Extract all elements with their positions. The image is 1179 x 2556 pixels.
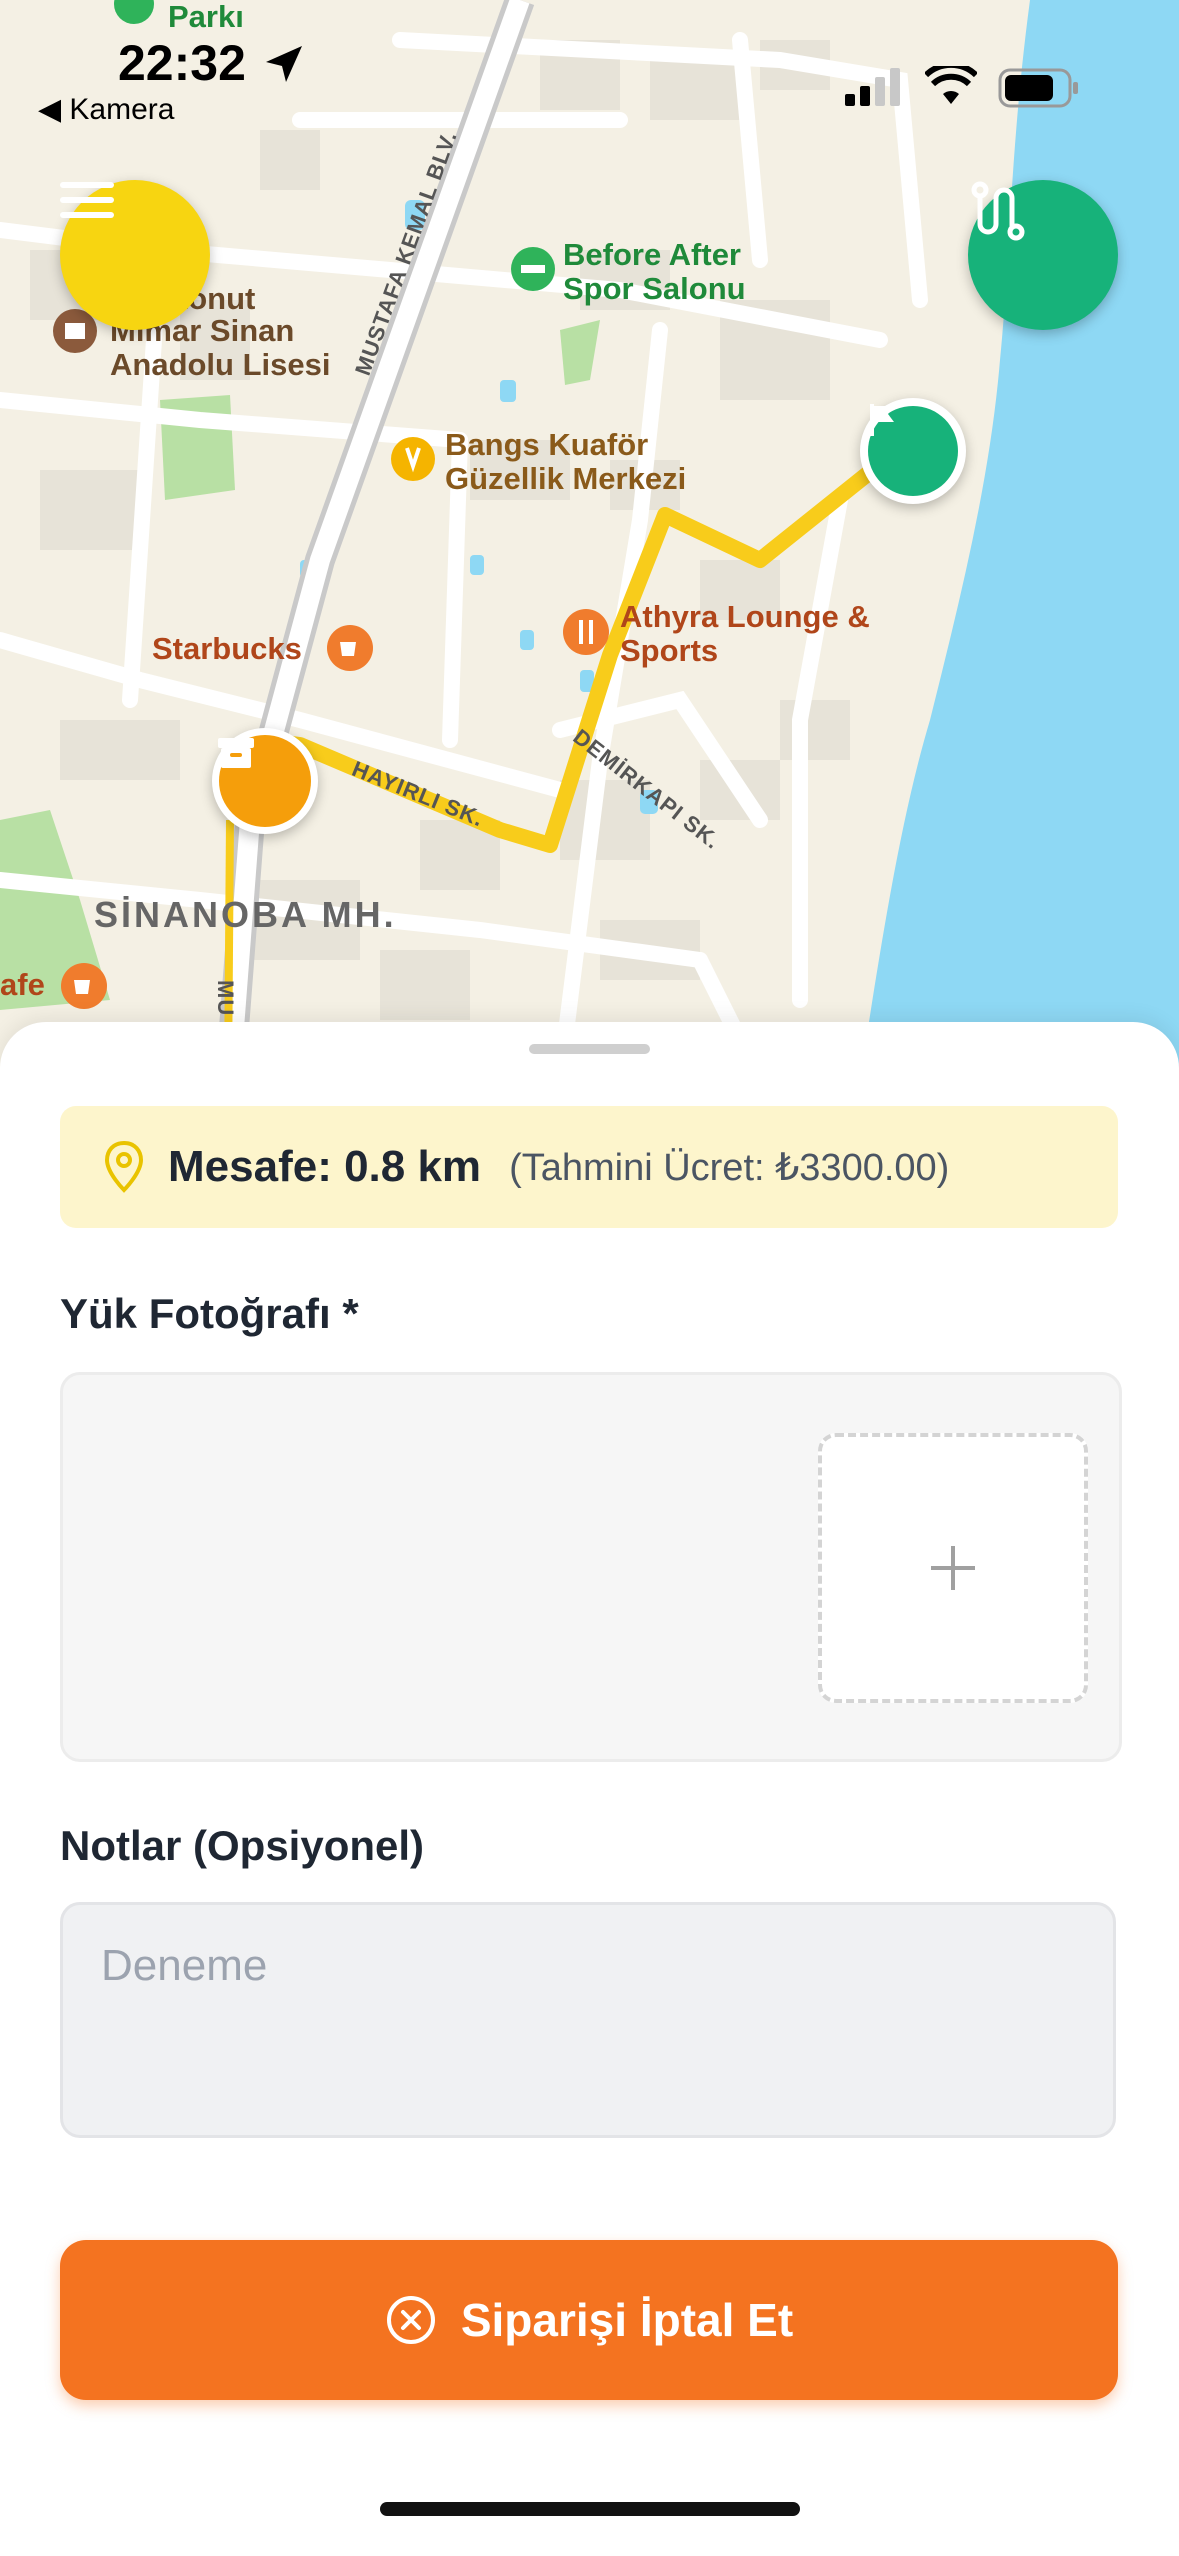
- location-arrow-icon: [266, 46, 302, 82]
- route-button[interactable]: [968, 180, 1118, 330]
- map-label-school-3: Anadolu Lisesi: [110, 347, 331, 382]
- back-label: Kamera: [69, 93, 175, 126]
- map-label-lounge-1: Athyra Lounge &: [620, 599, 870, 634]
- order-sheet: Mesafe: 0.8 km (Tahmini Ücret: ₺3300.00)…: [0, 1022, 1179, 2556]
- map-label-cafe: afe: [0, 967, 45, 1002]
- map-label-gym-1: Before After: [563, 237, 741, 272]
- plus-icon: [931, 1546, 975, 1590]
- back-to-camera[interactable]: ◀ Kamera: [38, 92, 174, 127]
- map-label-lounge-2: Sports: [620, 633, 719, 668]
- map-label-salon-2: Güzellik Merkezi: [445, 461, 687, 496]
- notes-value: Deneme: [101, 1941, 268, 1990]
- coffee-icon: [61, 963, 107, 1009]
- map-label-starbucks: Starbucks: [152, 631, 302, 666]
- battery-icon: [998, 68, 1078, 108]
- menu-icon: [60, 182, 114, 218]
- map-view[interactable]: Parkı k Konut Mimar Sinan Anadolu Lisesi…: [0, 0, 1179, 1080]
- gym-icon: [511, 247, 555, 291]
- estimated-fee: (Tahmini Ücret: ₺3300.00): [509, 1146, 950, 1189]
- sheet-grabber[interactable]: [529, 1044, 650, 1054]
- status-bar: 22:32 ◀ Kamera: [0, 0, 1179, 130]
- map-label-gym-2: Spor Salonu: [563, 271, 746, 306]
- status-time: 22:32: [118, 35, 246, 91]
- map-label-street-mu: MU: [213, 980, 238, 1017]
- cancel-order-label: Siparişi İptal Et: [460, 2294, 794, 2346]
- distance-value: Mesafe: 0.8 km: [168, 1142, 482, 1191]
- menu-button[interactable]: [60, 180, 210, 330]
- notes-input[interactable]: Deneme: [60, 1902, 1116, 2138]
- origin-marker[interactable]: [212, 728, 318, 834]
- photo-section-label: Yük Fotoğrafı *: [60, 1290, 359, 1337]
- add-photo-button[interactable]: [818, 1433, 1088, 1703]
- box-icon: [218, 738, 254, 768]
- notes-section-label: Notlar (Opsiyonel): [60, 1822, 425, 1869]
- close-circle-icon: [386, 2296, 435, 2344]
- back-triangle-icon: ◀: [38, 93, 62, 126]
- home-indicator[interactable]: [380, 2502, 800, 2516]
- location-pin-icon: [104, 1141, 144, 1193]
- photo-upload-area: [60, 1372, 1122, 1762]
- signal-icon: [845, 68, 900, 106]
- map-label-district: SİNANOBA MH.: [94, 894, 397, 935]
- distance-banner: Mesafe: 0.8 km (Tahmini Ücret: ₺3300.00): [60, 1106, 1118, 1228]
- cancel-order-button[interactable]: Siparişi İptal Et: [60, 2240, 1118, 2400]
- restaurant-icon: [563, 609, 609, 655]
- wifi-icon: [925, 66, 977, 104]
- flag-icon: [870, 404, 894, 436]
- map-label-salon-1: Bangs Kuaför: [445, 427, 649, 462]
- coffee-icon: [327, 625, 373, 671]
- destination-marker[interactable]: [860, 398, 966, 504]
- scissors-icon: [391, 437, 435, 481]
- route-icon: [971, 181, 1025, 241]
